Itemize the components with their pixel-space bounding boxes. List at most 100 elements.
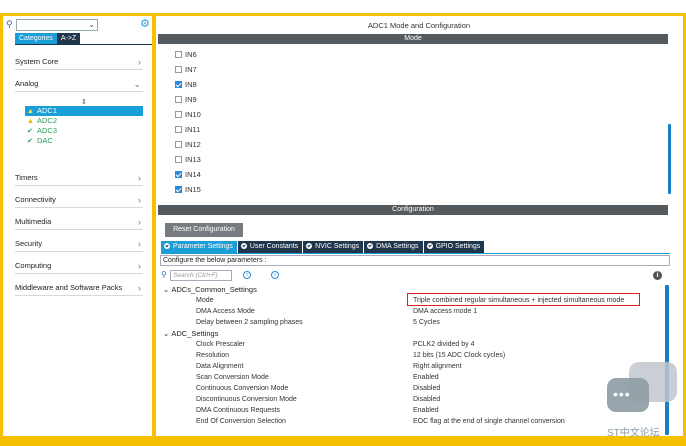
param-value[interactable]: Right alignment [413,361,462,372]
categories-panel: ⚲ ⌄ ⚙ Categories A->Z System Core › Anal… [3,16,152,436]
param-row[interactable]: Data Alignment Right alignment [196,361,666,372]
channel-in13[interactable]: IN13 [175,155,201,165]
param-row[interactable]: Resolution 12 bits (15 ADC Clock cycles) [196,350,666,361]
channel-in6[interactable]: IN6 [175,50,197,60]
analog-item-adc3[interactable]: ✔ ADC3 [25,126,143,136]
gear-icon[interactable]: ⚙ [140,19,150,30]
checkbox[interactable] [175,141,182,148]
param-row[interactable]: DMA Continuous Requests Enabled [196,405,666,416]
checkbox-checked[interactable] [175,186,182,193]
analog-item-dac[interactable]: ✔ DAC [25,136,143,146]
checkbox[interactable] [175,66,182,73]
tab-label: GPIO Settings [435,243,481,250]
check-circle-icon [240,242,247,249]
menu-system-core[interactable]: System Core › [15,54,143,70]
param-row[interactable]: End Of Conversion Selection EOC flag at t… [196,416,666,427]
tab-dma-settings[interactable]: DMA Settings [364,241,423,253]
configuration-scrollbar[interactable] [665,285,669,435]
channel-in12[interactable]: IN12 [175,140,201,150]
mode-section-bar: Mode [158,34,668,44]
reset-configuration-button[interactable]: Reset Configuration [165,223,243,237]
param-value[interactable]: EOC flag at the end of single channel co… [413,416,565,427]
parameter-tabs: Parameter Settings User Constants NVIC S… [161,241,485,253]
group-adcs-common-settings[interactable]: ⌄ ADCs_Common_Settings [163,284,257,295]
search-row: ⚲ ⌄ ⚙ [3,18,152,32]
info-icon[interactable]: i [653,271,662,280]
param-value[interactable]: 12 bits (15 ADC Clock cycles) [413,350,505,361]
analog-item-adc1[interactable]: ▲ ADC1 [25,106,143,116]
item-label: DAC [37,136,53,145]
tab-gpio-settings[interactable]: GPIO Settings [423,241,485,253]
param-key: Mode [196,297,214,304]
item-label: ADC3 [37,126,58,135]
channel-label: IN8 [185,80,197,89]
checkbox[interactable] [175,126,182,133]
sort-icon[interactable]: ⇕ [81,98,87,106]
tab-a-z[interactable]: A->Z [56,33,81,44]
dots-icon: ••• [613,386,631,402]
menu-security[interactable]: Security › [15,236,143,252]
menu-computing[interactable]: Computing › [15,258,143,274]
checkbox[interactable] [175,96,182,103]
channel-in8[interactable]: IN8 [175,80,197,90]
menu-label: Middleware and Software Packs [15,283,123,292]
channel-in10[interactable]: IN10 [175,110,201,120]
menu-timers[interactable]: Timers › [15,170,143,186]
group-label: ADC_Settings [171,329,219,338]
parameter-search-input[interactable]: Search (Ctrl+F) [170,270,232,281]
group-label: ADCs_Common_Settings [171,285,257,294]
channel-in9[interactable]: IN9 [175,95,197,105]
configure-hint: Configure the below parameters : [160,255,670,266]
param-key: Continuous Conversion Mode [196,385,289,392]
mode-channel-list: IN6 IN7 IN8 IN9 IN10 IN11 IN12 IN13 IN14… [158,45,671,203]
analog-item-adc2[interactable]: ▲ ADC2 [25,116,143,126]
param-key: End Of Conversion Selection [196,418,286,425]
param-value[interactable]: Disabled [413,394,440,405]
channel-in7[interactable]: IN7 [175,65,197,75]
param-row[interactable]: Discontinuous Conversion Mode Disabled [196,394,666,405]
tab-categories[interactable]: Categories [15,33,57,44]
checkbox[interactable] [175,156,182,163]
param-value[interactable]: Enabled [413,405,439,416]
channel-in15[interactable]: IN15 [175,185,201,195]
param-row[interactable]: Clock Prescaler PCLK2 divided by 4 [196,339,666,350]
checkbox-checked[interactable] [175,171,182,178]
next-match-icon[interactable]: › [271,271,279,279]
param-value[interactable]: Disabled [413,383,440,394]
group-adc-settings[interactable]: ⌄ ADC_Settings [163,328,218,339]
param-row[interactable]: DMA Access Mode DMA access mode 1 [196,306,666,317]
menu-analog[interactable]: Analog ⌄ [15,76,143,92]
tab-user-constants[interactable]: User Constants [237,241,303,253]
category-tabs: Categories A->Z [15,33,81,44]
param-row[interactable]: Scan Conversion Mode Enabled [196,372,666,383]
param-row[interactable]: Continuous Conversion Mode Disabled [196,383,666,394]
chevron-right-icon: › [138,173,141,183]
search-input[interactable]: ⌄ [16,19,98,31]
search-icon[interactable]: ⚲ [6,20,15,29]
channel-label: IN13 [185,155,201,164]
param-key: DMA Access Mode [196,308,255,315]
checkbox-checked[interactable] [175,81,182,88]
configuration-area: Reset Configuration Parameter Settings U… [158,217,670,436]
chevron-down-icon[interactable]: ⌄ [88,20,95,29]
channel-in14[interactable]: IN14 [175,170,201,180]
param-value[interactable]: DMA access mode 1 [413,306,477,317]
channel-in11[interactable]: IN11 [175,125,200,135]
item-label: ADC1 [37,106,58,115]
param-value[interactable]: PCLK2 divided by 4 [413,339,474,350]
mode-scrollbar[interactable] [668,124,671,194]
menu-multimedia[interactable]: Multimedia › [15,214,143,230]
tab-nvic-settings[interactable]: NVIC Settings [303,241,364,253]
checkbox[interactable] [175,111,182,118]
param-value[interactable]: 5 Cycles [413,317,440,328]
param-row[interactable]: Delay between 2 sampling phases 5 Cycles [196,317,666,328]
menu-connectivity[interactable]: Connectivity › [15,192,143,208]
previous-match-icon[interactable]: ‹ [243,271,251,279]
checkbox[interactable] [175,51,182,58]
watermark-text: ST中文论坛 [607,428,660,439]
channel-label: IN11 [185,125,201,134]
menu-middleware[interactable]: Middleware and Software Packs › [15,280,143,296]
param-value[interactable]: Enabled [413,372,439,383]
menu-label: Connectivity [15,195,56,204]
tab-parameter-settings[interactable]: Parameter Settings [161,241,237,253]
